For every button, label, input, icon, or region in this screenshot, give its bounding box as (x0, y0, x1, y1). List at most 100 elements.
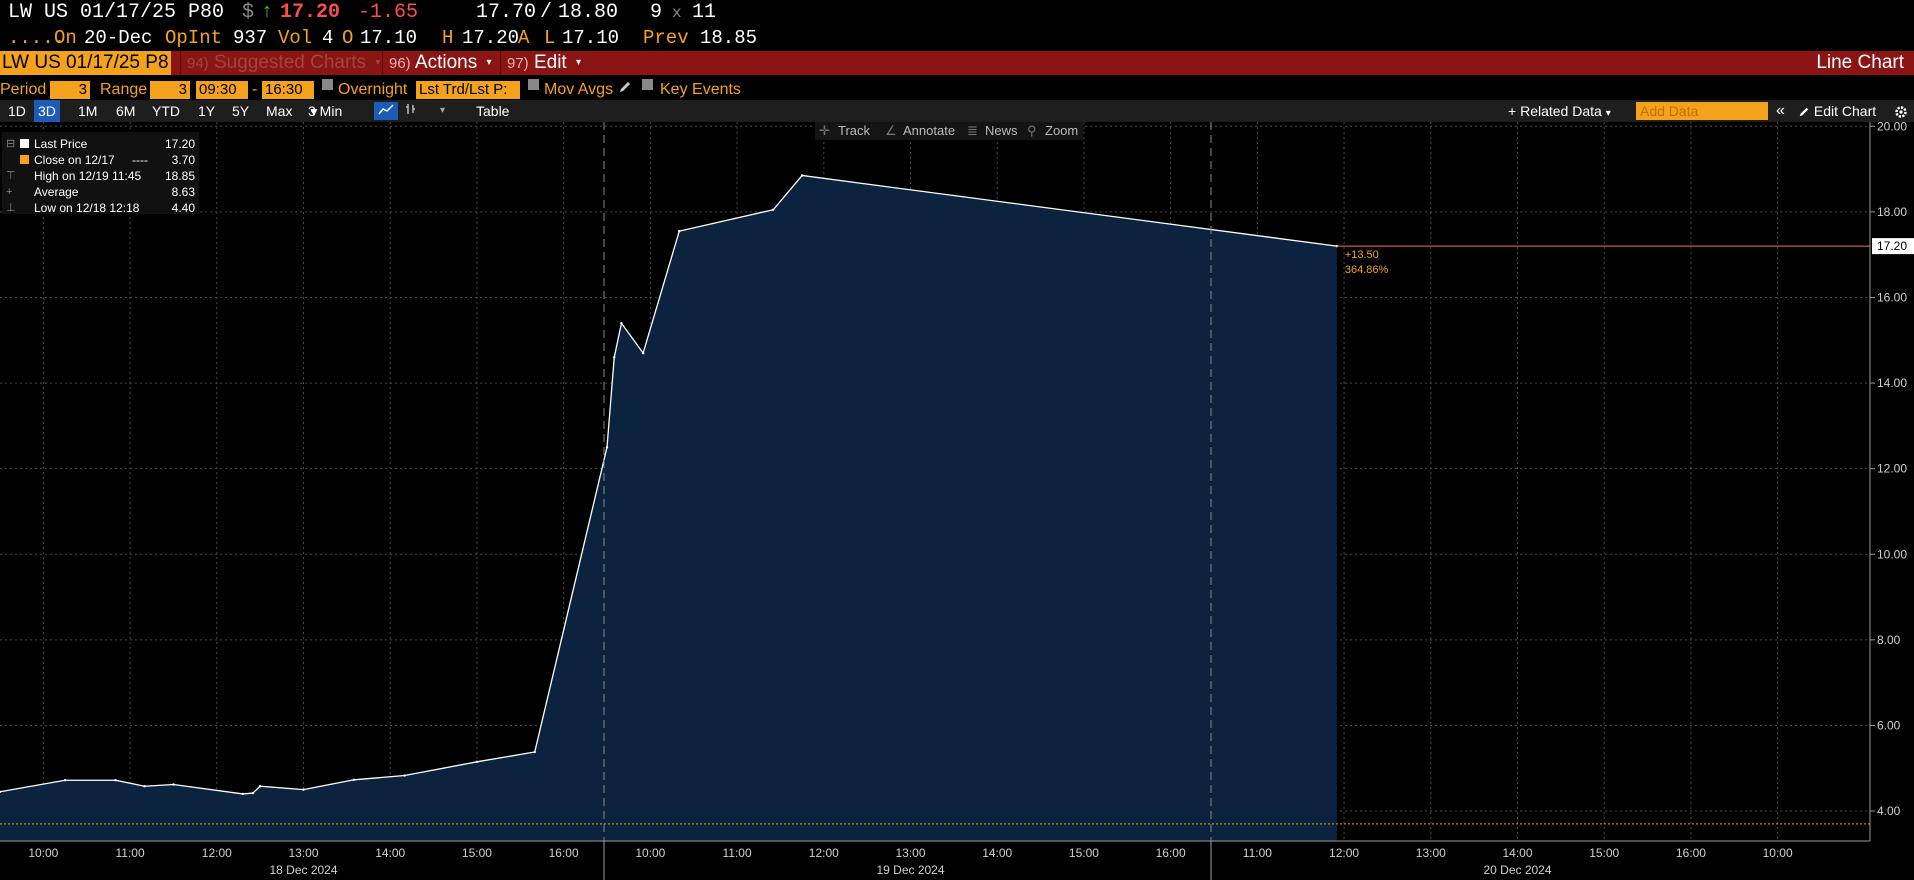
end-time-field[interactable]: 16:30 (262, 81, 314, 99)
x-tick-label: 13:00 (288, 846, 318, 860)
news-tool[interactable]: News (985, 122, 1018, 140)
last-price: 17.20 (280, 1, 341, 24)
x-tick-label: 12:00 (202, 846, 232, 860)
x-tick-label: 15:00 (1589, 846, 1619, 860)
track-tool[interactable]: Track (838, 122, 870, 140)
change-pct-label: 364.86% (1345, 264, 1389, 276)
edit-number: 97) (507, 55, 529, 73)
price-point (114, 779, 117, 782)
zoom-tool[interactable]: Zoom (1045, 122, 1078, 140)
chevron-down-icon: ▾ (1605, 108, 1611, 119)
related-data-label: Related Data (1520, 103, 1602, 119)
price-point (258, 785, 262, 788)
bar-type-icon[interactable] (400, 100, 422, 122)
edit-chart-label: Edit Chart (1813, 103, 1877, 119)
vol-label: Vol (278, 27, 313, 49)
time-dash: - (252, 81, 258, 98)
chart-toolbar: 1D 3D 1M 6M YTD 1Y 5Y Max 3 Min ▼ ▾ Tabl… (0, 100, 1914, 122)
price-change: -1.65 (358, 1, 419, 24)
legend-item[interactable]: ⊟ Last Price 17.20 (2, 136, 199, 152)
legend-value: 18.85 (164, 169, 195, 183)
plus-icon: + (1508, 103, 1517, 119)
legend-swatch (20, 139, 29, 148)
price-point (352, 778, 356, 781)
chart-settings: Period 3 Range 3 09:30 - 16:30 Overnight… (0, 79, 1914, 101)
last-trade-select[interactable]: Lst Trd/Lst P: (416, 81, 520, 99)
x-tick-label: 12:00 (1329, 846, 1359, 860)
day-label: 19 Dec 2024 (876, 863, 944, 877)
y-tick-label: 14.00 (1877, 376, 1907, 390)
track-icon[interactable]: ✛ (819, 122, 830, 140)
y-tick-label: 16.00 (1877, 290, 1907, 304)
range-1y[interactable]: 1Y (194, 100, 219, 122)
add-data-input[interactable]: Add Data (1636, 102, 1768, 120)
chevron-down-icon: ▾ (375, 57, 381, 68)
suggested-charts-menu[interactable]: 94) Suggested Charts ▾ (180, 51, 386, 75)
overnight-label: Overnight (338, 81, 408, 98)
price-point (63, 779, 67, 782)
y-tick-label: 4.00 (1877, 804, 1901, 818)
range-5y[interactable]: 5Y (228, 100, 253, 122)
chart-legend[interactable]: ⊟ Last Price 17.20 Close on 12/17 ---- 3.70 ⊤ H… (2, 132, 199, 216)
price-point (678, 229, 681, 233)
actions-label: Actions (414, 52, 478, 74)
legend-item[interactable]: Close on 12/17 ---- 3.70 (2, 152, 199, 168)
menu-ticker[interactable]: LW US 01/17/25 P8 (0, 51, 171, 75)
range-6m[interactable]: 6M (112, 100, 139, 122)
range-3d[interactable]: 3D (34, 100, 60, 122)
x-tick-label: 11:00 (723, 846, 752, 860)
interval-select[interactable]: 3 Min ▼ (304, 100, 342, 123)
x-tick-label: 10:00 (1763, 846, 1793, 860)
legend-item[interactable]: ⊥ Low on 12/18 12:18 4.40 (2, 200, 199, 216)
news-icon[interactable]: ≣ (967, 122, 978, 140)
gear-icon[interactable] (1890, 100, 1912, 122)
price-point (241, 792, 244, 796)
range-1m[interactable]: 1M (74, 100, 101, 122)
x-tick-label: 12:00 (809, 846, 839, 860)
chevron-down-icon[interactable]: ▾ (436, 100, 449, 122)
quote-date: 20-Dec (84, 27, 153, 49)
price-point (620, 321, 623, 325)
annotate-tool[interactable]: Annotate (903, 122, 955, 140)
zoom-icon[interactable]: ⚲ (1027, 122, 1037, 140)
y-tick-label: 6.00 (1877, 718, 1901, 732)
price-point (641, 351, 645, 355)
legend-item[interactable]: ⊤ High on 12/19 11:45 18.85 (2, 168, 199, 184)
period-label: Period (0, 81, 47, 98)
security-ticker[interactable]: LW US 01/17/25 P80 (8, 0, 224, 26)
x-tick-label: 16:00 (549, 846, 579, 860)
legend-glyph-icon: ⊟ (6, 138, 16, 150)
edit-menu[interactable]: 97) Edit ▾ (500, 51, 587, 75)
y-tick-label: 20.00 (1877, 122, 1907, 133)
price-point (533, 750, 536, 754)
volume: 4 (322, 27, 334, 49)
line-chart-icon[interactable] (374, 102, 398, 120)
x-tick-label: 13:00 (1416, 846, 1446, 860)
y-axis: 4.00 6.00 8.00 10.00 12.00 14.00 16.00 18.00 20.… (1869, 122, 1914, 841)
key-events-label: Key Events (660, 81, 741, 98)
annotate-icon[interactable]: ∠ (885, 122, 897, 140)
price-point (403, 774, 406, 777)
range-field[interactable]: 3 (150, 81, 190, 99)
legend-dash: ---- (132, 153, 148, 167)
opint-label: OpInt (165, 27, 223, 49)
collapse-icon[interactable]: « (1772, 100, 1789, 122)
high-suffix: A (518, 27, 530, 49)
start-time-field[interactable]: 09:30 (196, 81, 248, 99)
y-tick-label: 12.00 (1877, 462, 1907, 476)
pencil-icon[interactable] (618, 79, 632, 101)
price-point (302, 788, 305, 791)
legend-label: Average (34, 185, 79, 199)
on-label: On (54, 27, 77, 49)
range-1d[interactable]: 1D (4, 100, 30, 122)
range-max[interactable]: Max (262, 100, 296, 122)
period-field[interactable]: 3 (50, 81, 90, 99)
edit-chart-button[interactable]: Edit Chart (1794, 100, 1880, 122)
range-ytd[interactable]: YTD (148, 100, 184, 122)
table-button[interactable]: Table (472, 100, 513, 122)
legend-swatch (20, 155, 29, 164)
suggested-charts-number: 94) (187, 55, 209, 73)
legend-item[interactable]: + Average 8.63 (2, 184, 199, 200)
actions-menu[interactable]: 96) Actions ▾ (382, 51, 498, 75)
price-chart[interactable]: +13.50 364.86% 4.00 6.00 8.00 10.00 12.00 14.… (0, 122, 1914, 880)
